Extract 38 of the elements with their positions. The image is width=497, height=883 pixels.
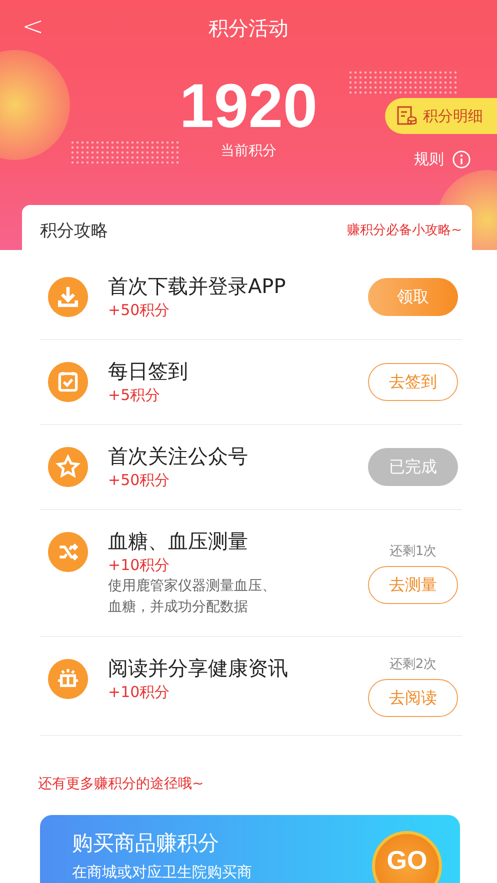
page-title: 积分活动 (208, 14, 288, 42)
task-button[interactable]: 已完成 (368, 448, 458, 486)
task-icon (48, 532, 88, 572)
remaining-count: 还剩2次 (389, 656, 437, 673)
shop-banner[interactable]: 购买商品赚积分 在商城或对应卫生院购买商 GO (40, 815, 460, 883)
banner-subtitle: 在商城或对应卫生院购买商 (72, 863, 253, 882)
task-button[interactable]: 去测量 (368, 566, 458, 604)
points-value: 1920 (180, 76, 318, 138)
banner-title: 购买商品赚积分 (72, 830, 220, 857)
task-title: 首次下载并登录APP (108, 273, 287, 299)
more-ways-text: 还有更多赚积分的途径哦~ (38, 775, 204, 793)
back-button[interactable]: < (18, 12, 48, 42)
remaining-count: 还剩1次 (389, 543, 437, 560)
task-description: 使用鹿管家仪器测量血压、血糖，并成功分配数据 (108, 577, 277, 617)
task-reward: +5积分 (108, 385, 162, 406)
task-title: 阅读并分享健康资讯 (108, 655, 289, 681)
info-icon[interactable] (452, 150, 471, 169)
task-icon (48, 659, 88, 699)
task-title: 血糖、血压测量 (108, 528, 249, 554)
ledger-icon (397, 106, 417, 126)
task-reward: +50积分 (108, 300, 171, 321)
go-button[interactable]: GO (372, 831, 442, 883)
task-icon (48, 447, 88, 487)
task-title: 每日签到 (108, 358, 189, 384)
task-button[interactable]: 去阅读 (368, 679, 458, 717)
task-reward: +10积分 (108, 682, 171, 703)
task-reward: +10积分 (108, 555, 171, 576)
task-button[interactable]: 领取 (368, 278, 458, 316)
section-title: 积分攻略 (40, 220, 108, 242)
rules-link[interactable]: 规则 (414, 150, 444, 169)
task-icon (48, 277, 88, 317)
task-button[interactable]: 去签到 (368, 363, 458, 401)
task-title: 首次关注公众号 (108, 443, 249, 469)
guide-link[interactable]: 赚积分必备小攻略~ (347, 221, 462, 239)
task-icon (48, 362, 88, 402)
task-reward: +50积分 (108, 470, 171, 491)
points-label: 当前积分 (220, 142, 276, 160)
points-detail-button[interactable]: 积分明细 (385, 98, 497, 134)
